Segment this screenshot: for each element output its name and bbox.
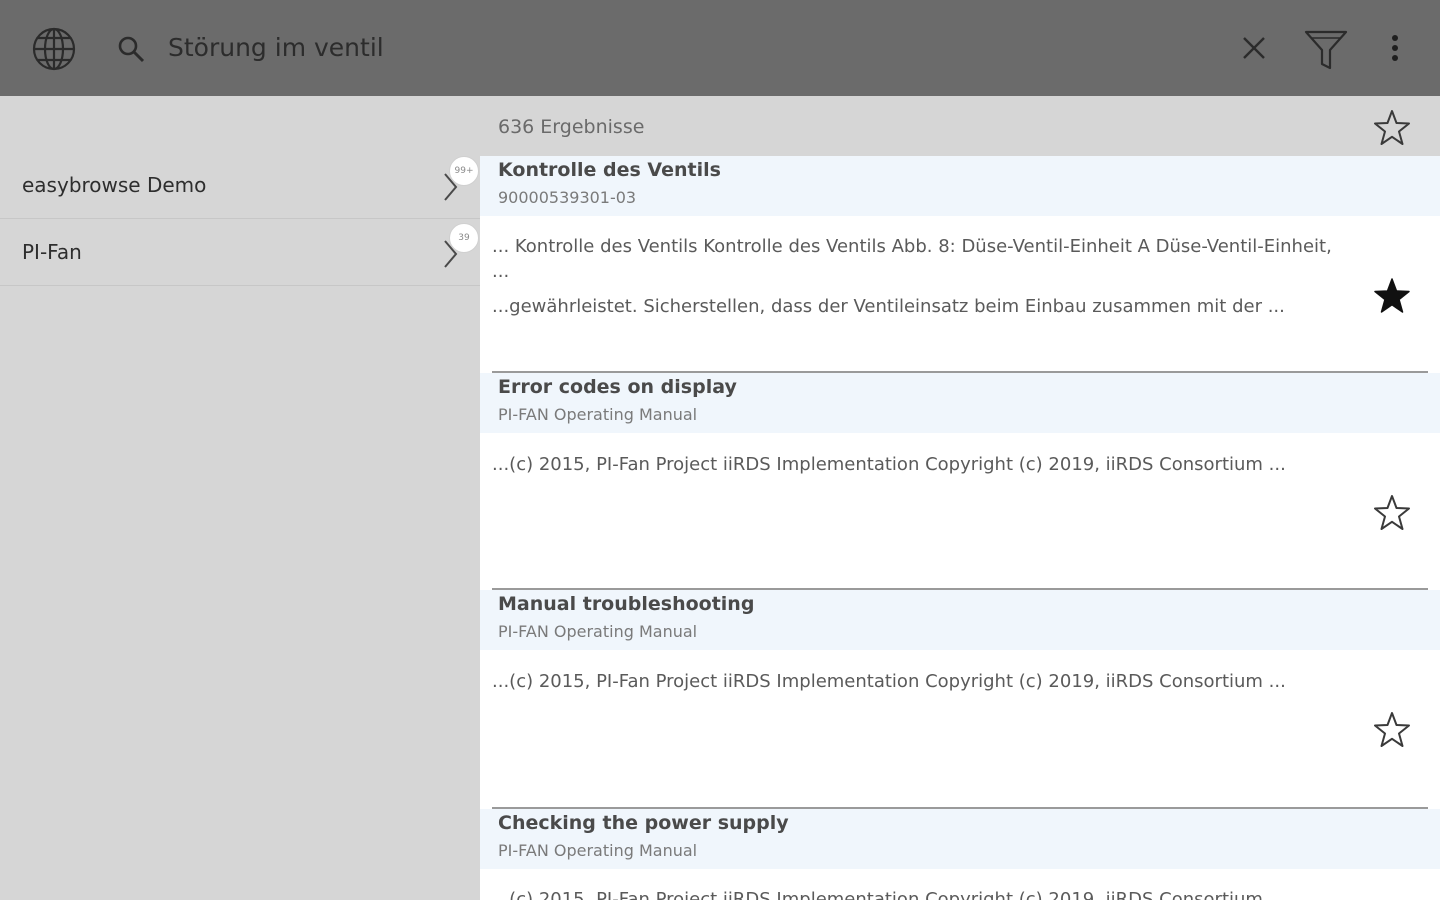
- result-title[interactable]: Kontrolle des Ventils: [498, 159, 721, 181]
- result-subtitle: PI-FAN Operating Manual: [498, 841, 698, 860]
- results-list: Kontrolle des Ventils 90000539301-03 ...…: [480, 156, 1440, 900]
- result-snippet: ...gewährleistet. Sicherstellen, dass de…: [492, 296, 1285, 317]
- result-snippet: ...(c) 2015, PI-Fan Project iiRDS Implem…: [492, 454, 1286, 475]
- sidebar-item-label: PI-Fan: [22, 240, 82, 264]
- search-input[interactable]: Störung im ventil: [168, 28, 384, 68]
- clear-icon[interactable]: [1240, 34, 1268, 62]
- overflow-menu-icon[interactable]: [1384, 30, 1406, 66]
- sidebar-item-pi-fan[interactable]: PI-Fan 39: [0, 219, 480, 286]
- star-outline-icon[interactable]: [1372, 493, 1412, 533]
- app-bar: Störung im ventil: [0, 0, 1440, 96]
- result-subtitle: PI-FAN Operating Manual: [498, 622, 698, 641]
- result-title-block: Checking the power supply PI-FAN Operati…: [480, 809, 1440, 869]
- result-snippet: ... Kontrolle des Ventils Kontrolle des …: [492, 236, 1332, 282]
- sidebar-item-label: easybrowse Demo: [22, 173, 207, 197]
- star-outline-icon[interactable]: [1372, 710, 1412, 750]
- count-badge: 39: [449, 223, 479, 253]
- result-title-block: Kontrolle des Ventils 90000539301-03: [480, 156, 1440, 216]
- result-subtitle: PI-FAN Operating Manual: [498, 405, 698, 424]
- sidebar: easybrowse Demo 99+ PI-Fan 39: [0, 96, 480, 900]
- result-title[interactable]: Error codes on display: [498, 376, 737, 398]
- globe-icon[interactable]: [30, 25, 78, 73]
- result-title[interactable]: Checking the power supply: [498, 812, 789, 834]
- count-badge: 99+: [449, 156, 479, 186]
- result-title-block: Manual troubleshooting PI-FAN Operating …: [480, 590, 1440, 650]
- star-filled-icon[interactable]: [1372, 276, 1412, 316]
- result-subtitle: 90000539301-03: [498, 188, 637, 207]
- result-snippet: ...(c) 2015, PI-Fan Project iiRDS Implem…: [492, 889, 1286, 900]
- results-count: 636 Ergebnisse: [498, 116, 645, 138]
- results-header: 636 Ergebnisse: [480, 96, 1440, 156]
- search-icon: [118, 36, 145, 63]
- result-snippet: ...(c) 2015, PI-Fan Project iiRDS Implem…: [492, 671, 1286, 692]
- result-title-block: Error codes on display PI-FAN Operating …: [480, 373, 1440, 433]
- star-outline-icon[interactable]: [1372, 108, 1412, 148]
- sidebar-item-easybrowse-demo[interactable]: easybrowse Demo 99+: [0, 152, 480, 219]
- filter-icon[interactable]: [1302, 26, 1350, 72]
- result-title[interactable]: Manual troubleshooting: [498, 593, 754, 615]
